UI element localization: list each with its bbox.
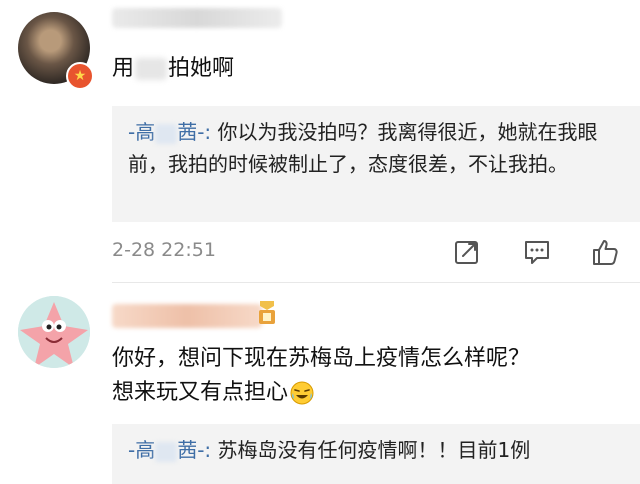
reply-box[interactable]: -高 茜-: 你以为我没拍吗？我离得很近，她就在我眼前，我拍的时候被制止了，态度很… — [112, 106, 640, 222]
laughing-crying-emoji-icon — [290, 381, 314, 405]
cartoon-starfish-icon — [18, 296, 90, 368]
divider — [112, 282, 640, 283]
redacted-text — [135, 58, 168, 80]
timestamp: 2-28 22:51 — [112, 239, 216, 261]
share-icon[interactable] — [453, 238, 481, 266]
redacted-name — [155, 441, 178, 462]
comment-text: 你好，想问下现在苏梅岛上疫情怎么样呢？ 想来玩又有点担心 — [112, 342, 530, 410]
reply-box[interactable]: -高 茜-: 苏梅岛没有任何疫情啊！！目前1例 — [112, 424, 640, 484]
reply-author[interactable]: -高 茜-: — [128, 120, 211, 144]
comment-text: 用 拍她啊 — [112, 52, 234, 86]
username-redacted[interactable] — [112, 8, 282, 28]
reply-text: -高 茜-: 你以为我没拍吗？我离得很近，她就在我眼前，我拍的时候被制止了，态度很… — [128, 116, 628, 180]
thumbs-up-icon[interactable] — [591, 238, 619, 266]
redacted-name — [155, 123, 178, 144]
comment-icon[interactable] — [523, 238, 551, 266]
reply-text: -高 茜-: 苏梅岛没有任何疫情啊！！目前1例 — [128, 434, 628, 466]
username-redacted[interactable] — [112, 304, 262, 328]
avatar[interactable] — [18, 296, 90, 368]
comment-text-start: 用 — [112, 56, 135, 81]
verified-badge-icon: ★ — [66, 62, 94, 90]
comment-line-1: 你好，想问下现在苏梅岛上疫情怎么样呢？ — [112, 346, 531, 371]
reply-author[interactable]: -高 茜-: — [128, 438, 211, 462]
comment-text-end: 拍她啊 — [168, 56, 235, 81]
rank-badge-icon — [259, 301, 275, 324]
comment-line-2: 想来玩又有点担心 — [112, 376, 530, 410]
reply-body: 苏梅岛没有任何疫情啊！！目前1例 — [217, 438, 531, 462]
